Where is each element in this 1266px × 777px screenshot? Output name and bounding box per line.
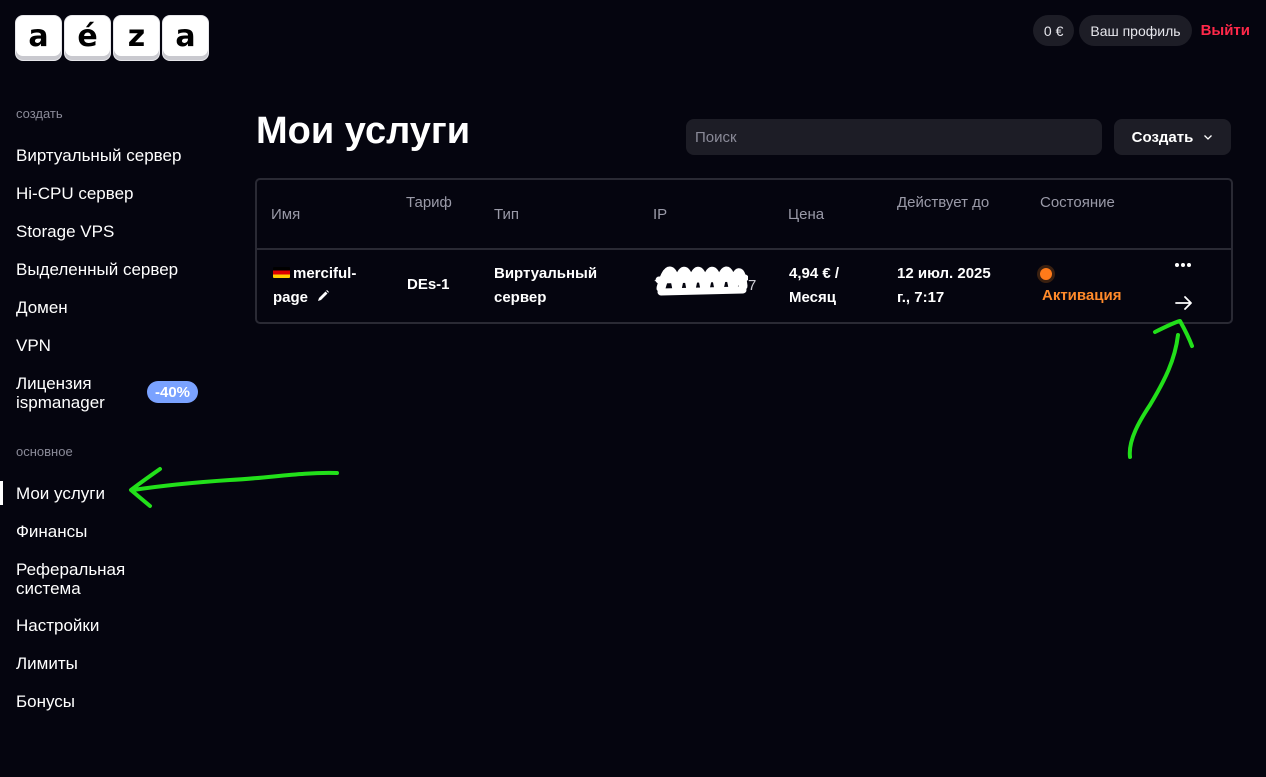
col-header-price[interactable]: Цена <box>788 206 824 223</box>
price-line1: 4,94 € / <box>789 265 840 282</box>
sidebar: создать Виртуальный сервер Hi-CPU сервер… <box>0 0 230 777</box>
sidebar-item-settings[interactable]: Настройки <box>16 616 99 635</box>
col-header-tariff[interactable]: Тариф <box>406 194 452 211</box>
sidebar-item-domain[interactable]: Домен <box>16 298 68 317</box>
col-header-name[interactable]: Имя <box>271 206 300 223</box>
license-label-line1: Лицензия <box>16 374 92 393</box>
service-name-cell[interactable]: merciful- page <box>273 262 356 310</box>
profile-button[interactable]: Ваш профиль <box>1079 15 1192 46</box>
discount-badge: -40% <box>147 381 199 403</box>
valid-line2: г., 7:17 <box>897 289 945 306</box>
valid-until-cell: 12 июл. 2025 г., 7:17 <box>897 262 991 310</box>
create-button[interactable]: Создать <box>1114 119 1231 155</box>
service-name-line1: merciful- <box>293 265 357 282</box>
status-indicator-dot <box>1040 268 1052 280</box>
col-header-type[interactable]: Тип <box>494 206 519 223</box>
page-title: Мои услуги <box>256 110 471 152</box>
create-button-label: Создать <box>1131 128 1194 146</box>
col-header-status[interactable]: Состояние <box>1040 194 1115 211</box>
sidebar-section-main: основное <box>16 444 73 459</box>
services-table: Имя Тариф Тип IP Цена Действует до Состо… <box>255 178 1233 324</box>
sidebar-item-my-services[interactable]: Мои услуги <box>0 481 105 505</box>
service-name-line2: page <box>273 289 309 306</box>
annotation-arrow-up <box>1127 319 1194 459</box>
sidebar-item-vpn[interactable]: VPN <box>16 336 51 355</box>
status-text: Активация <box>1042 287 1122 304</box>
sidebar-section-create: создать <box>16 106 63 121</box>
balance-pill[interactable]: 0 € <box>1032 15 1075 46</box>
more-options-icon[interactable] <box>1174 262 1192 268</box>
type-cell: Виртуальный сервер <box>494 262 597 310</box>
license-label-line2: ispmanager <box>16 393 105 412</box>
sidebar-item-license[interactable]: Лицензия ispmanager <box>16 374 105 412</box>
sidebar-item-limits[interactable]: Лимиты <box>16 654 78 673</box>
sidebar-item-virtual-server[interactable]: Виртуальный сервер <box>16 146 181 165</box>
valid-line1: 12 июл. 2025 <box>897 265 991 282</box>
type-line1: Виртуальный <box>494 265 598 282</box>
header-divider <box>257 248 1231 250</box>
referral-label-line1: Реферальная <box>16 560 126 579</box>
ip-redaction-scribble <box>655 266 748 296</box>
ip-end-digit: 7 <box>748 277 757 294</box>
price-cell: 4,94 € / Месяц <box>789 262 839 310</box>
sidebar-item-storage-vps[interactable]: Storage VPS <box>16 222 114 241</box>
referral-label-line2: система <box>16 579 81 598</box>
top-bar: 0 € Ваш профиль Выйти <box>1032 15 1250 46</box>
col-header-ip[interactable]: IP <box>653 206 667 223</box>
tariff-cell: DEs-1 <box>407 276 450 293</box>
logout-link[interactable]: Выйти <box>1201 22 1250 39</box>
sidebar-item-bonuses[interactable]: Бонусы <box>16 692 75 711</box>
chevron-down-icon <box>1204 135 1213 140</box>
type-line2: сервер <box>494 289 547 306</box>
price-line2: Месяц <box>789 289 836 306</box>
sidebar-item-finance[interactable]: Финансы <box>16 522 87 541</box>
sidebar-item-hi-cpu[interactable]: Hi-CPU сервер <box>16 184 134 203</box>
arrow-right-icon[interactable] <box>1174 294 1194 312</box>
sidebar-item-referral[interactable]: Реферальная система <box>16 560 125 598</box>
search-input[interactable] <box>686 119 1102 155</box>
col-header-valid-until[interactable]: Действует до <box>897 194 989 211</box>
germany-flag-icon <box>273 267 290 278</box>
app-root: a é z a 0 € Ваш профиль Выйти создать Ви… <box>0 0 1266 777</box>
pencil-icon[interactable] <box>316 289 330 303</box>
sidebar-item-dedicated[interactable]: Выделенный сервер <box>16 260 178 279</box>
